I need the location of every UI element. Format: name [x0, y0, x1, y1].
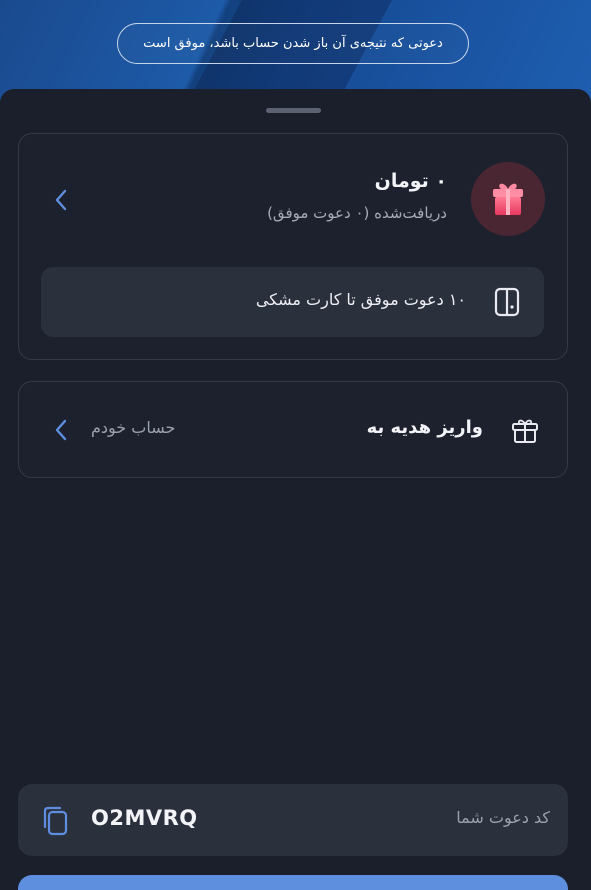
chevron-left-icon[interactable]: [51, 416, 71, 444]
card-icon: [494, 287, 520, 317]
invite-code-bar[interactable]: کد دعوت شما O2MVRQ: [18, 784, 568, 856]
gift-deposit-card[interactable]: واریز هدیه به حساب خودم: [18, 381, 568, 478]
reward-subtitle: دریافت‌شده (۰ دعوت موفق): [267, 204, 447, 222]
reward-card[interactable]: ۰ تومان دریافت‌شده (۰ دعوت موفق) ۱۰ دعوت…: [18, 133, 568, 360]
gift-deposit-target: حساب خودم: [91, 418, 176, 437]
gift-icon: [510, 415, 540, 445]
primary-action-button[interactable]: [18, 875, 568, 890]
bottom-sheet: ۰ تومان دریافت‌شده (۰ دعوت موفق) ۱۰ دعوت…: [0, 89, 591, 890]
sheet-drag-handle[interactable]: [266, 108, 321, 113]
gift-deposit-title: واریز هدیه به: [366, 417, 483, 438]
invite-code-label: کد دعوت شما: [456, 808, 550, 827]
gift-box-icon: [471, 162, 545, 236]
copy-icon[interactable]: [40, 805, 70, 837]
hero-notice-pill: دعوتی که نتیجه‌ی آن باز شدن حساب باشد، م…: [117, 23, 469, 64]
invite-code-value: O2MVRQ: [91, 806, 198, 830]
chevron-left-icon[interactable]: [51, 186, 71, 214]
progress-text: ۱۰ دعوت موفق تا کارت مشکی: [255, 290, 466, 309]
black-card-progress: ۱۰ دعوت موفق تا کارت مشکی: [41, 267, 544, 337]
reward-amount: ۰ تومان: [374, 170, 447, 192]
